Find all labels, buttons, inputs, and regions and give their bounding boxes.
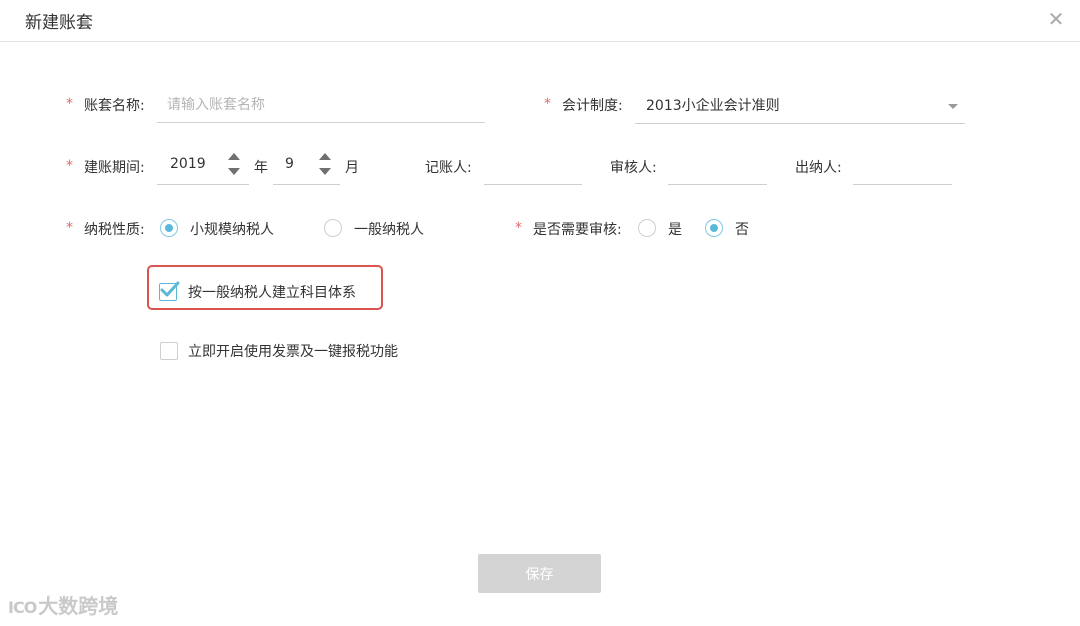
required-mark: * [515,220,522,236]
watermark-text: 大数跨境 [38,594,119,618]
dialog-title: 新建账套 [25,13,93,33]
cashier-underline [853,184,952,185]
arrow-down-icon[interactable] [228,168,240,175]
bookkeeper-underline [484,184,582,185]
checkmark-icon [160,281,180,297]
year-stepper[interactable] [226,151,240,181]
month-underline [273,184,340,185]
period-label: 建账期间: [84,160,145,176]
year-unit: 年 [254,160,268,176]
accounting-system-value: 2013小企业会计准则 [646,98,780,114]
year-underline [157,184,249,185]
accounting-system-underline [635,123,965,124]
radio-general-taxpayer[interactable] [324,219,342,237]
taxpayer-type-label: 纳税性质: [84,222,145,238]
required-mark: * [544,96,551,112]
watermark: ICO 大数跨境 [8,590,118,619]
bookkeeper-label: 记账人: [425,160,472,176]
bookkeeper-input[interactable] [486,154,580,178]
required-mark: * [66,158,73,174]
year-value[interactable]: 2019 [170,156,206,172]
required-mark: * [66,220,73,236]
reviewer-underline [668,184,767,185]
account-name-input[interactable] [167,94,477,116]
cashier-input[interactable] [855,154,949,178]
checkbox-invoice-feature[interactable] [160,342,178,360]
watermark-logo: ICO [8,598,37,617]
radio-review-yes-label[interactable]: 是 [668,219,682,239]
arrow-up-icon[interactable] [319,153,331,160]
reviewer-input[interactable] [670,154,764,178]
month-value[interactable]: 9 [285,156,294,172]
checkbox-general-subjects-label[interactable]: 按一般纳税人建立科目体系 [188,282,356,302]
radio-review-no[interactable] [705,219,723,237]
arrow-down-icon[interactable] [319,168,331,175]
radio-general-label[interactable]: 一般纳税人 [354,219,424,239]
account-name-label: 账套名称: [84,98,145,114]
dialog-header: 新建账套 ✕ [0,0,1080,42]
month-unit: 月 [345,160,359,176]
need-review-label: 是否需要审核: [533,222,622,238]
radio-review-yes[interactable] [638,219,656,237]
month-stepper[interactable] [317,151,331,181]
checkbox-general-subjects[interactable] [159,281,180,301]
arrow-up-icon[interactable] [228,153,240,160]
cashier-label: 出纳人: [795,160,842,176]
chevron-down-icon [948,104,958,109]
save-button[interactable]: 保存 [478,554,601,593]
radio-small-scale-label[interactable]: 小规模纳税人 [190,219,274,239]
radio-review-no-label[interactable]: 否 [735,219,749,239]
accounting-system-select[interactable]: 2013小企业会计准则 [635,88,965,124]
close-icon[interactable]: ✕ [1045,8,1067,30]
account-name-underline [157,122,485,123]
radio-small-scale-taxpayer[interactable] [160,219,178,237]
accounting-system-label: 会计制度: [562,98,623,114]
checkbox-invoice-feature-label[interactable]: 立即开启使用发票及一键报税功能 [188,341,398,361]
required-mark: * [66,96,73,112]
reviewer-label: 审核人: [610,160,657,176]
